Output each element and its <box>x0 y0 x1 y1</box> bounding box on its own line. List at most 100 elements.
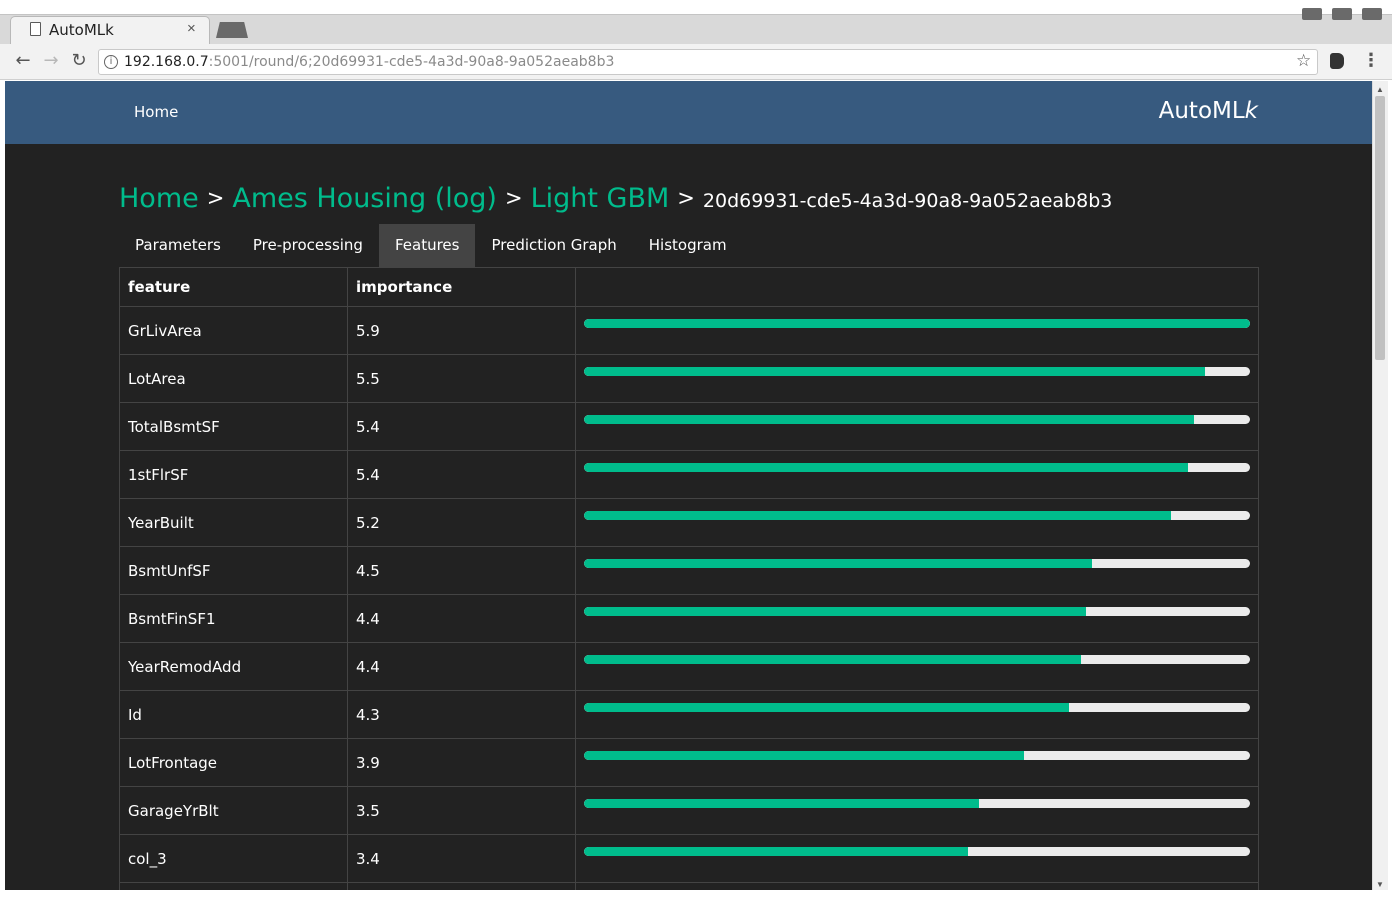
tab-pre-processing[interactable]: Pre-processing <box>237 224 379 267</box>
importance-bar-cell <box>575 354 1259 403</box>
document-icon <box>30 22 41 36</box>
importance-bar-track <box>584 655 1250 664</box>
importance-bar-track <box>584 559 1250 568</box>
feature-name: Id <box>119 690 348 739</box>
table-row: 1stFlrSF 5.4 <box>119 450 1259 499</box>
importance-value: 3.9 <box>347 738 576 787</box>
breadcrumb: Home > Ames Housing (log) > Light GBM >20d699… <box>119 183 1112 214</box>
brand-logo[interactable]: AutoMLk <box>1159 98 1258 124</box>
breadcrumb-dataset[interactable]: Ames Housing (log) <box>232 183 497 214</box>
importance-bar-cell <box>575 498 1259 547</box>
nav-home-link[interactable]: Home <box>134 103 178 121</box>
info-icon[interactable]: i <box>104 55 118 69</box>
breadcrumb-current: 20d69931-cde5-4a3d-90a8-9a052aeab8b3 <box>702 190 1113 212</box>
bookmark-star-icon[interactable]: ☆ <box>1296 51 1311 71</box>
importance-bar-track <box>584 463 1250 472</box>
feature-name: col_3 <box>119 834 348 883</box>
feature-name: BsmtFinSF1 <box>119 594 348 643</box>
feature-name: LotArea <box>119 354 348 403</box>
importance-bar-fill <box>584 511 1171 520</box>
table-row <box>119 882 1259 890</box>
tab-parameters[interactable]: Parameters <box>119 224 237 267</box>
window-bottom-edge <box>0 890 1392 904</box>
importance-value: 3.5 <box>347 786 576 835</box>
importance-bar-fill <box>584 751 1025 760</box>
importance-value: 5.9 <box>347 306 576 355</box>
importance-bar-cell <box>575 594 1259 643</box>
url-host: 192.168.0.7 <box>124 54 209 70</box>
table-row: Id 4.3 <box>119 690 1259 739</box>
url-text[interactable]: 192.168.0.7:5001/round/6;20d69931-cde5-4… <box>124 54 614 70</box>
brand-main: AutoML <box>1158 98 1245 124</box>
importance-bar-track <box>584 751 1250 760</box>
importance-value: 3.4 <box>347 834 576 883</box>
table-header-row: feature importance <box>119 267 1259 307</box>
scroll-up-icon[interactable]: ▲ <box>1376 85 1384 94</box>
feature-name: GrLivArea <box>119 306 348 355</box>
table-row: TotalBsmtSF 5.4 <box>119 402 1259 451</box>
top-navbar: Home AutoMLk <box>5 81 1372 144</box>
importance-bar-track <box>584 847 1250 856</box>
table-row: YearBuilt 5.2 <box>119 498 1259 547</box>
url-path: :5001/round/6;20d69931-cde5-4a3d-90a8-9a… <box>208 54 615 70</box>
table-row: BsmtUnfSF 4.5 <box>119 546 1259 595</box>
tab-bar: Parameters Pre-processing Features Predi… <box>119 224 743 267</box>
importance-bar-track <box>584 799 1250 808</box>
importance-value: 5.2 <box>347 498 576 547</box>
importance-value: 5.4 <box>347 450 576 499</box>
importance-bar-track <box>584 703 1250 712</box>
page-viewport: Home AutoMLk Home > Ames Housing (log) > Lig… <box>5 81 1372 890</box>
extension-icon[interactable] <box>1330 53 1344 69</box>
header-importance: importance <box>347 267 576 307</box>
back-icon[interactable]: ← <box>12 50 34 71</box>
breadcrumb-home[interactable]: Home <box>119 183 199 214</box>
tab-close-icon[interactable]: × <box>187 20 196 37</box>
importance-bar-fill <box>584 367 1205 376</box>
table-row: GarageYrBlt 3.5 <box>119 786 1259 835</box>
header-bar <box>575 267 1259 307</box>
tab-features[interactable]: Features <box>378 224 476 267</box>
table-row: LotFrontage 3.9 <box>119 738 1259 787</box>
new-tab-button[interactable] <box>216 22 248 38</box>
tab-prediction-graph[interactable]: Prediction Graph <box>475 224 632 267</box>
forward-icon[interactable]: → <box>40 50 62 71</box>
importance-bar-track <box>584 319 1250 328</box>
feature-name: YearRemodAdd <box>119 642 348 691</box>
importance-value: 4.4 <box>347 642 576 691</box>
importance-bar-cell <box>575 450 1259 499</box>
table-row: col_3 3.4 <box>119 834 1259 883</box>
importance-bar-fill <box>584 463 1188 472</box>
breadcrumb-separator: > <box>677 186 695 210</box>
importance-value: 4.3 <box>347 690 576 739</box>
importance-bar-cell <box>575 738 1259 787</box>
feature-name: 1stFlrSF <box>119 450 348 499</box>
breadcrumb-model[interactable]: Light GBM <box>531 183 670 214</box>
importance-value: 5.5 <box>347 354 576 403</box>
table-row: GrLivArea 5.9 <box>119 306 1259 355</box>
browser-tab-title: AutoMLk <box>49 21 114 39</box>
importance-bar-fill <box>584 607 1087 616</box>
scrollbar-thumb[interactable] <box>1375 96 1385 360</box>
minimize-icon[interactable] <box>1302 8 1322 20</box>
importance-bar-fill <box>584 415 1194 424</box>
feature-name: BsmtUnfSF <box>119 546 348 595</box>
scroll-down-icon[interactable]: ▼ <box>1376 880 1384 889</box>
browser-menu-icon[interactable]: ⋮ <box>1362 50 1380 71</box>
tab-histogram[interactable]: Histogram <box>633 224 743 267</box>
importance-bar-track <box>584 415 1250 424</box>
importance-bar-fill <box>584 319 1250 328</box>
close-window-icon[interactable] <box>1362 8 1382 20</box>
importance-bar-cell <box>575 306 1259 355</box>
feature-name <box>119 882 348 890</box>
importance-bar-track <box>584 607 1250 616</box>
importance-bar-cell <box>575 546 1259 595</box>
feature-name: LotFrontage <box>119 738 348 787</box>
importance-bar-fill <box>584 847 968 856</box>
importance-value <box>347 882 576 890</box>
table-row: YearRemodAdd 4.4 <box>119 642 1259 691</box>
maximize-icon[interactable] <box>1332 8 1352 20</box>
breadcrumb-separator: > <box>504 186 523 210</box>
reload-icon[interactable]: ↻ <box>68 50 90 71</box>
importance-bar-fill <box>584 655 1081 664</box>
importance-bar-fill <box>584 703 1070 712</box>
